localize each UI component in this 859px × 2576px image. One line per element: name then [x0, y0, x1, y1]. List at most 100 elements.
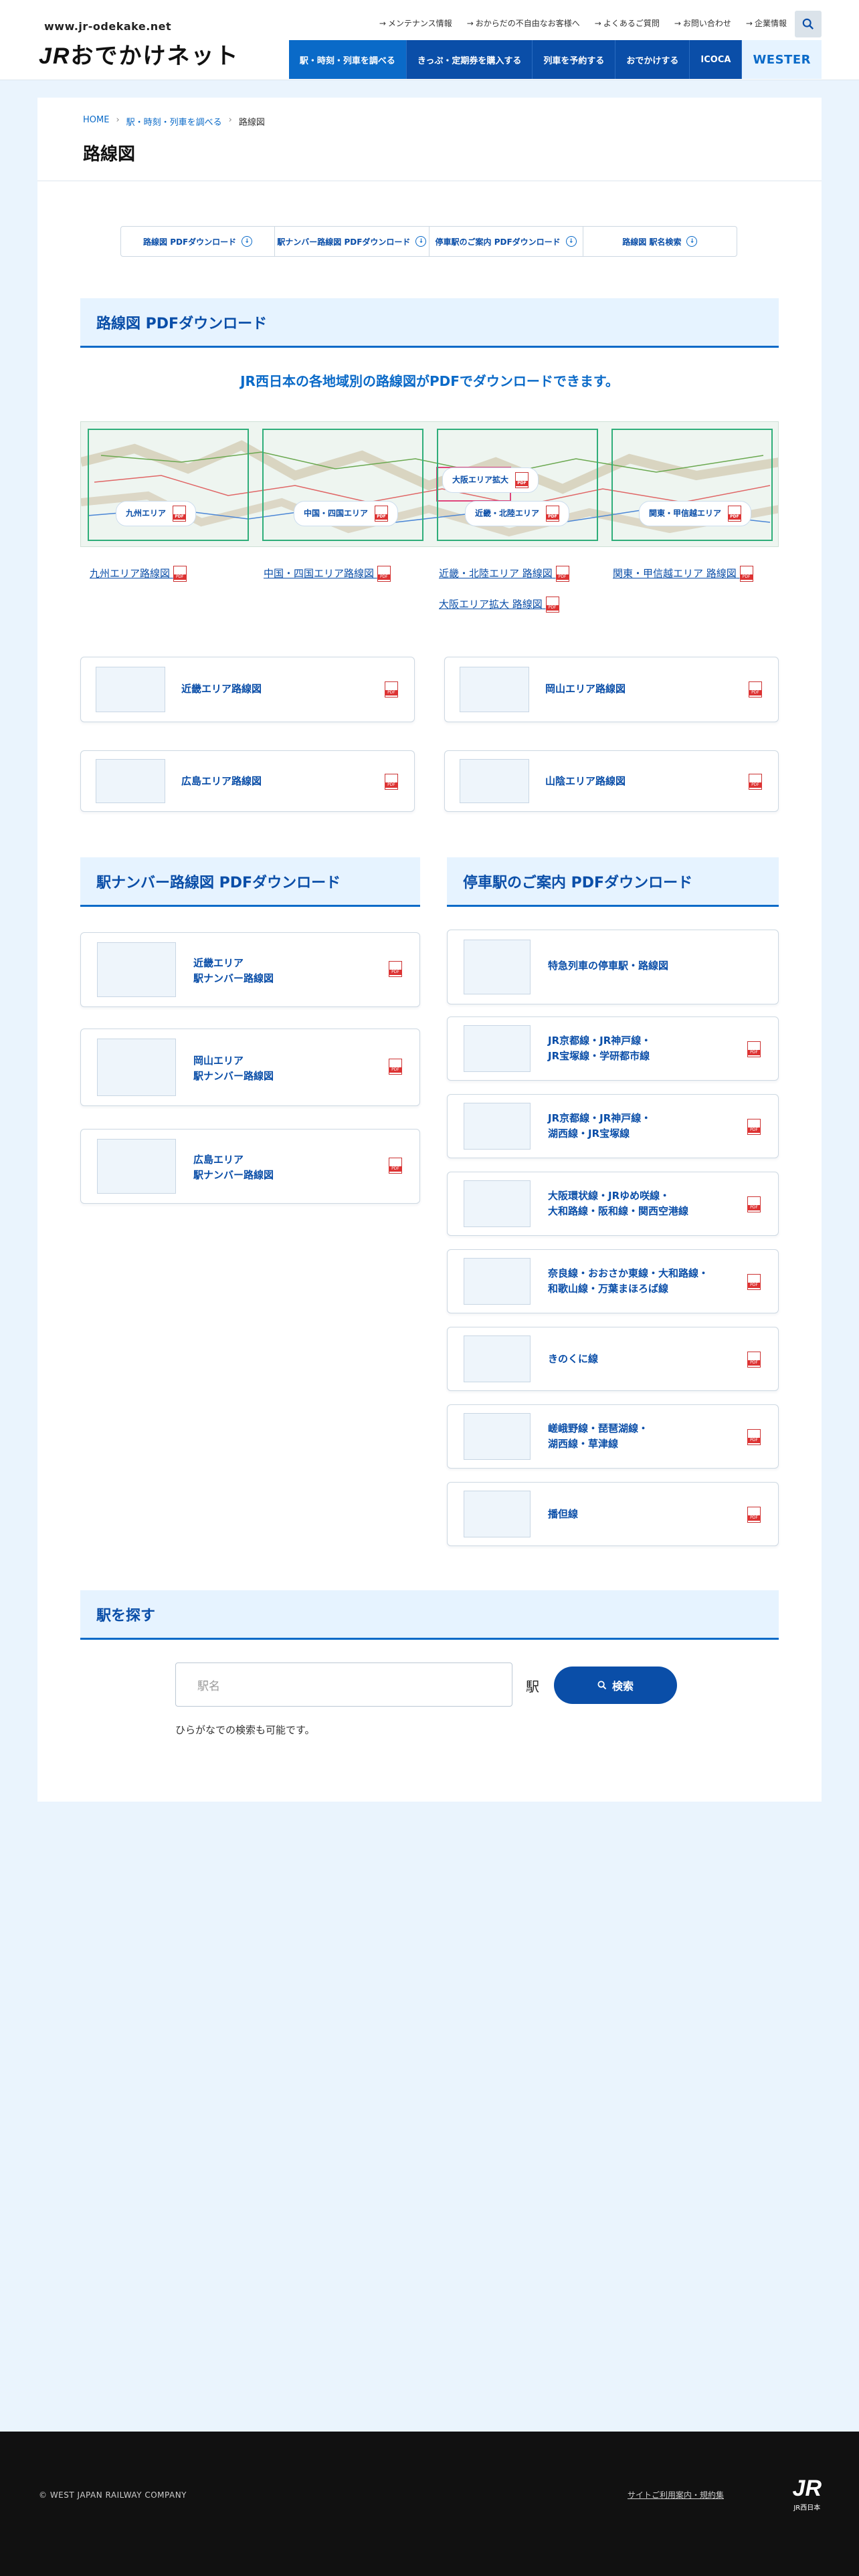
- card-title-line2: 大和路線・阪和線・関西空港線: [548, 1204, 689, 1217]
- pdf-icon: [545, 597, 559, 613]
- site-header: www.jr-odekake.net JRおでかけネット メンテナンス情報 おか…: [0, 0, 859, 80]
- card-stop-6[interactable]: 嵯峨野線・琵琶湖線・ 湖西線・草津線: [447, 1404, 779, 1469]
- map-thumbnail: [464, 940, 531, 994]
- card-stop-3[interactable]: 大阪環状線・JRゆめ咲線・大和路線・阪和線・関西空港線: [447, 1172, 779, 1236]
- breadcrumb-current: 路線図: [238, 118, 265, 128]
- card-title-line1: JR京都線・JR神戸線・: [548, 1035, 652, 1047]
- arrow-down-icon: ↓: [565, 236, 577, 247]
- card-hiroshima-number[interactable]: 広島エリア 駅ナンバー路線図: [80, 1129, 420, 1204]
- card-stop-0[interactable]: 特急列車の停車駅・路線図: [447, 930, 779, 1004]
- nav-search-station[interactable]: 駅・時刻・列車を調べる: [288, 40, 407, 79]
- link-maintenance[interactable]: メンテナンス情報: [379, 17, 452, 29]
- anchor-stop-pdf[interactable]: 停車駅のご案内 PDFダウンロード ↓: [430, 227, 583, 256]
- card-stop-1[interactable]: JR京都線・JR神戸線・ JR宝塚線・学研都市線: [447, 1016, 779, 1081]
- card-kinki-route[interactable]: 近畿エリア路線図: [80, 657, 415, 722]
- page-title: 路線図: [83, 144, 136, 165]
- station-search-input[interactable]: 駅名: [175, 1662, 512, 1707]
- map-thumbnail: [460, 667, 529, 712]
- nav-icoca[interactable]: ICOCA: [690, 40, 743, 79]
- map-thumbnail: [464, 1103, 531, 1150]
- anchor-station-search[interactable]: 路線図 駅名検索 ↓: [583, 227, 737, 256]
- route-map-overview: 九州エリア 中国・四国エリア 大阪エリア拡大 近畿・北陸エリア 関東・甲信越エリ…: [80, 421, 779, 547]
- card-title-line2: 駅ナンバー路線図: [193, 1168, 274, 1181]
- card-title-line1: 特急列車の停車駅・路線図: [548, 960, 669, 972]
- card-title-line2: 駅ナンバー路線図: [193, 1069, 274, 1082]
- breadcrumb-separator: ›: [116, 115, 120, 125]
- map-cell-kanto[interactable]: [605, 422, 778, 546]
- card-stop-4[interactable]: 奈良線・おおさか東線・大和路線・ 和歌山線・万葉まほろば線: [447, 1249, 779, 1313]
- jr-west-logo[interactable]: JR JR西日本: [793, 2476, 822, 2512]
- nav-wester[interactable]: WESTER: [742, 40, 822, 79]
- map-label-text: 大阪エリア拡大: [452, 475, 509, 485]
- link-accessibility[interactable]: おからだの不自由なお客様へ: [467, 17, 580, 29]
- header-search-button[interactable]: [795, 11, 822, 37]
- card-hiroshima-route[interactable]: 広島エリア路線図: [80, 750, 415, 812]
- link-contact[interactable]: お問い合わせ: [674, 17, 731, 29]
- link-kyushu-map[interactable]: 九州エリア路線図: [90, 566, 187, 582]
- map-thumbnail: [464, 1258, 531, 1305]
- link-corporate[interactable]: 企業情報: [746, 17, 787, 29]
- map-label-chugoku[interactable]: 中国・四国エリア: [294, 501, 399, 526]
- card-title-line1: 奈良線・おおさか東線・大和路線・: [548, 1267, 709, 1279]
- card-sanin-route[interactable]: 山陰エリア路線図: [444, 750, 779, 812]
- pdf-icon: [747, 1429, 761, 1445]
- section-heading-number-pdf: 駅ナンバー路線図 PDFダウンロード: [80, 857, 420, 907]
- map-cell-chugoku[interactable]: [256, 422, 430, 546]
- anchor-number-pdf[interactable]: 駅ナンバー路線図 PDFダウンロード ↓: [275, 227, 430, 256]
- map-thumbnail: [97, 942, 176, 997]
- card-title: JR京都線・JR神戸線・ 湖西線・JR宝塚線: [548, 1111, 651, 1141]
- anchor-route-pdf[interactable]: 路線図 PDFダウンロード ↓: [121, 227, 276, 256]
- breadcrumb-home[interactable]: HOME: [83, 115, 109, 128]
- map-label-kyushu[interactable]: 九州エリア: [116, 501, 197, 526]
- card-okayama-number[interactable]: 岡山エリア 駅ナンバー路線図: [80, 1029, 420, 1106]
- pdf-icon: [389, 1059, 402, 1075]
- nav-travel[interactable]: おでかけする: [615, 40, 690, 79]
- link-text: 関東・甲信越エリア 路線図: [613, 567, 737, 580]
- map-label-kinki[interactable]: 近畿・北陸エリア: [465, 501, 570, 526]
- card-title: 大阪環状線・JRゆめ咲線・大和路線・阪和線・関西空港線: [548, 1188, 688, 1218]
- pdf-icon: [747, 1352, 761, 1368]
- search-icon: [597, 1681, 607, 1690]
- card-title-line2: 和歌山線・万葉まほろば線: [548, 1282, 669, 1295]
- map-thumbnail: [464, 1413, 531, 1460]
- card-stop-2[interactable]: JR京都線・JR神戸線・ 湖西線・JR宝塚線: [447, 1094, 779, 1158]
- nav-tickets[interactable]: きっぷ・定期券を購入する: [406, 40, 533, 79]
- map-label-text: 関東・甲信越エリア: [649, 508, 722, 518]
- link-chugoku-map[interactable]: 中国・四国エリア路線図: [264, 566, 391, 582]
- link-osaka-map[interactable]: 大阪エリア拡大 路線図: [439, 597, 559, 613]
- link-kinki-map[interactable]: 近畿・北陸エリア 路線図: [439, 566, 569, 582]
- pdf-icon: [385, 774, 398, 790]
- card-stop-7[interactable]: 播但線: [447, 1482, 779, 1546]
- pdf-icon: [749, 681, 762, 697]
- nav-reserve[interactable]: 列車を予約する: [533, 40, 616, 79]
- global-nav: 駅・時刻・列車を調べる きっぷ・定期券を購入する 列車を予約する おでかけする …: [288, 40, 822, 79]
- map-thumbnail: [464, 1180, 531, 1227]
- card-kinki-number[interactable]: 近畿エリア 駅ナンバー路線図: [80, 932, 420, 1007]
- pdf-icon: [749, 774, 762, 790]
- link-faq[interactable]: よくあるご質問: [595, 17, 660, 29]
- site-logo[interactable]: JRおでかけネット: [39, 37, 239, 70]
- map-label-kanto[interactable]: 関東・甲信越エリア: [639, 501, 752, 526]
- breadcrumb-search[interactable]: 駅・時刻・列車を調べる: [126, 115, 222, 128]
- pdf-icon: [747, 1274, 761, 1290]
- link-kanto-map[interactable]: 関東・甲信越エリア 路線図: [613, 566, 753, 582]
- pdf-icon: [375, 506, 389, 522]
- station-search-button[interactable]: 検索: [554, 1667, 677, 1704]
- arrow-down-icon: ↓: [242, 236, 253, 247]
- map-cell-kyushu[interactable]: [81, 422, 256, 546]
- anchor-links: 路線図 PDFダウンロード ↓ 駅ナンバー路線図 PDFダウンロード ↓ 停車駅のご…: [120, 226, 737, 257]
- site-footer: © WEST JAPAN RAILWAY COMPANY サイトご利用案内・規約…: [0, 2432, 859, 2576]
- footer-terms-link[interactable]: サイトご利用案内・規約集: [628, 2489, 724, 2500]
- station-suffix-label: 駅: [526, 1679, 539, 1695]
- card-title-line2: JR宝塚線・学研都市線: [548, 1049, 650, 1062]
- pdf-icon: [389, 961, 402, 977]
- card-title: 特急列車の停車駅・路線図: [548, 958, 668, 974]
- card-title-line1: 大阪環状線・JRゆめ咲線・: [548, 1190, 670, 1202]
- card-okayama-route[interactable]: 岡山エリア路線図: [444, 657, 779, 722]
- card-stop-5[interactable]: きのくに線: [447, 1327, 779, 1391]
- map-thumbnail: [460, 759, 529, 803]
- main-panel: HOME › 駅・時刻・列車を調べる › 路線図 路線図 路線図 PDFダウンロ…: [37, 98, 822, 1802]
- card-title: 広島エリア 駅ナンバー路線図: [193, 1152, 274, 1182]
- map-label-osaka[interactable]: 大阪エリア拡大: [442, 467, 539, 493]
- pdf-icon: [747, 1507, 761, 1523]
